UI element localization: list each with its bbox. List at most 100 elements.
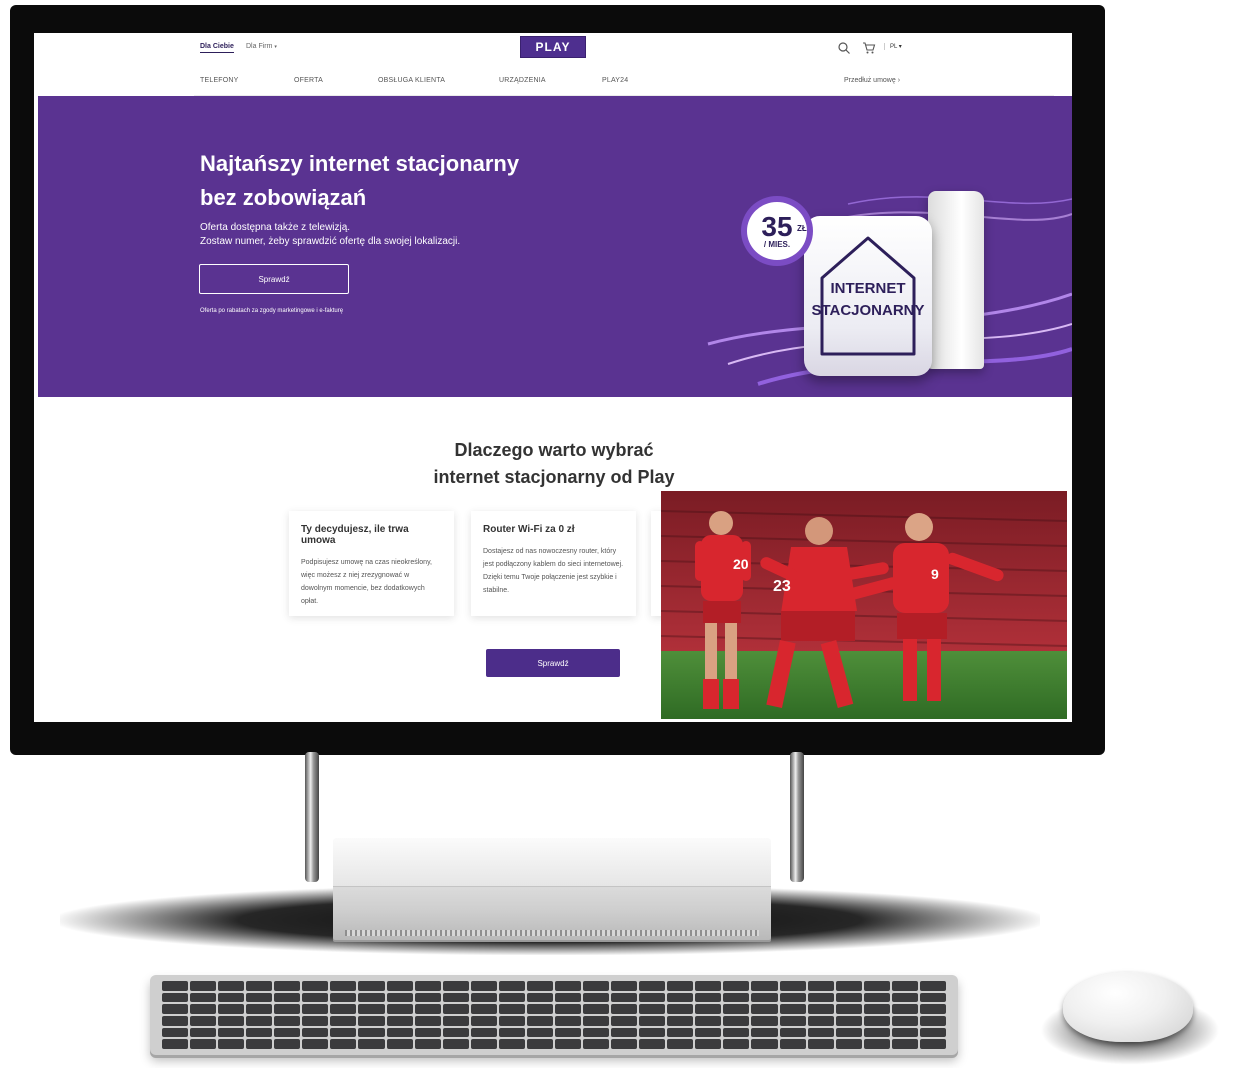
search-icon[interactable] [837,41,851,55]
keyboard-key [554,1039,582,1049]
keyboard-key [414,1004,441,1014]
keyboard-key [386,1039,413,1049]
keyboard-key [891,1027,918,1038]
keyboard-key [695,1027,722,1038]
stand-arm-left [305,752,319,882]
keyboard-key [919,981,946,991]
keyboard-key [302,981,329,991]
keyboard-key [779,1016,806,1026]
keyboard-key [863,1027,890,1038]
keyboard-key [190,992,217,1003]
keyboard-key [611,1016,638,1026]
keyboard-key [386,1016,413,1026]
keyboard-key [302,992,329,1003]
hero-title-line: bez zobowiązań [200,185,367,210]
keyboard-key [779,1027,806,1038]
keyboard-key [863,1039,890,1049]
language-selector[interactable]: PL ▾ [884,43,902,50]
hero-title-line: Najtańszy internet stacjonarny [200,151,520,176]
keyboard-key [246,1027,273,1038]
keyboard-key [807,981,834,991]
keyboard-key [695,1004,722,1014]
product-label-line: INTERNET [830,280,906,297]
extend-contract-label: Przedłuż umowę [844,77,896,84]
why-check-button[interactable]: Sprawdź [486,649,620,677]
keyboard-key [162,1004,189,1014]
keyboard-key [835,992,862,1003]
hero-text-line: Oferta dostępna także z telewizją. [200,222,351,233]
nav-item-customer-service[interactable]: OBSŁUGA KLIENTA [378,77,445,84]
keyboard-key [526,1016,553,1026]
computer-base [333,838,771,940]
keyboard-key [498,981,525,991]
keyboard-key [526,1027,553,1038]
keyboard-key [274,1004,301,1014]
nav-item-play24[interactable]: PLAY24 [602,77,628,84]
keyboard-key [667,1016,694,1026]
nav-item-phones[interactable]: TELEFONY [200,77,239,84]
keyboard-key [863,992,890,1003]
keyboard-key [751,1016,778,1026]
keyboard-key [611,992,638,1003]
keyboard-key [162,981,189,991]
keyboard-key [302,1016,329,1026]
keyboard-key [414,1027,441,1038]
browser-screen: Dla Ciebie Dla Firm ▾ PLAY PL ▾ TELEFONY… [34,33,1072,722]
hero-check-button[interactable]: Sprawdź [199,264,349,294]
keyboard-key [330,1039,357,1049]
segment-business-tab[interactable]: Dla Firm ▾ [246,43,277,50]
keyboard-key [218,992,245,1003]
keyboard-key [498,1004,525,1014]
keyboard-key [891,981,918,991]
keyboard-key [611,1004,638,1014]
keyboard-key [667,981,694,991]
feature-card-title: Router Wi-Fi za 0 zł [483,524,575,535]
price-badge: 35 ZŁ / MIES. [741,196,813,266]
mouse[interactable] [1063,972,1193,1042]
keyboard-key [554,981,582,991]
keyboard-key [611,1027,638,1038]
play-logo[interactable]: PLAY [520,36,586,58]
keyboard-key [583,1016,610,1026]
router-image [928,191,984,369]
keyboard-key [498,1039,525,1049]
price-value: 35 [761,210,793,242]
keyboard-key [358,1039,385,1049]
cart-icon[interactable] [862,41,876,55]
keyboard-key [835,1004,862,1014]
feature-card: Ty decydujesz, ile trwa umowa Podpisujes… [289,511,454,616]
keyboard-key [639,992,666,1003]
keyboard-key [470,1004,497,1014]
extend-contract-link[interactable]: Przedłuż umowę › [844,77,900,84]
keyboard-key [386,1004,413,1014]
keyboard-key [695,992,722,1003]
keyboard-key [526,992,553,1003]
keyboard-key [162,992,189,1003]
keyboard-key [779,981,806,991]
price-currency: ZŁ [797,224,807,233]
keyboard-key [639,1027,666,1038]
keyboard-key [723,1039,750,1049]
nav-item-offer[interactable]: OFERTA [294,77,323,84]
keyboard-key [274,981,301,991]
keyboard[interactable] [150,975,958,1055]
keyboard-key [639,1039,666,1049]
keyboard-key [919,1016,946,1026]
keyboard-key [162,1039,189,1049]
hero-title: Najtańszy internet stacjonarny bez zobow… [200,147,620,215]
keyboard-key [583,1039,610,1049]
keyboard-key [498,1016,525,1026]
hero-banner: Najtańszy internet stacjonarny bez zobow… [38,96,1072,397]
keyboard-key [835,1016,862,1026]
keyboard-key [807,1039,834,1049]
keyboard-key [919,1039,946,1049]
nav-item-devices[interactable]: URZĄDZENIA [499,77,546,84]
segment-private-tab[interactable]: Dla Ciebie [200,43,234,53]
keyboard-key [414,981,441,991]
keyboard-key [835,981,862,991]
keyboard-key [667,1027,694,1038]
keyboard-key [442,1027,469,1038]
keyboard-key [442,1004,469,1014]
keyboard-key [470,1027,497,1038]
keyboard-key [162,1027,189,1038]
